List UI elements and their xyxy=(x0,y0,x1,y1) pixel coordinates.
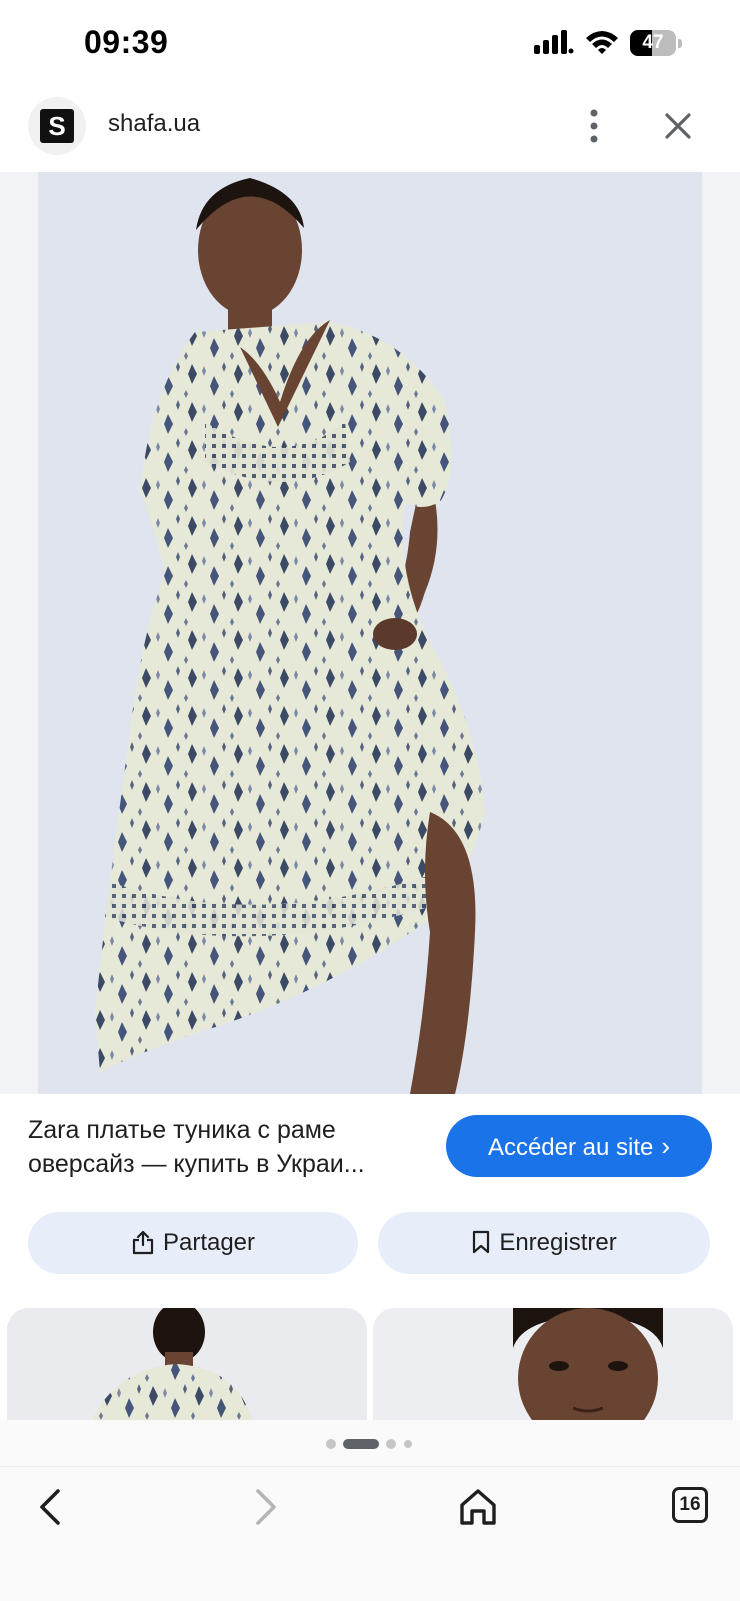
related-image[interactable] xyxy=(7,1308,367,1420)
more-vert-icon[interactable] xyxy=(576,104,612,148)
hero-image[interactable] xyxy=(0,172,740,1094)
pager-dot xyxy=(386,1439,396,1449)
battery-level: 47 xyxy=(642,32,664,53)
visit-site-button[interactable]: Accéder au site › xyxy=(446,1115,712,1177)
wifi-icon xyxy=(586,31,618,54)
result-title[interactable]: Zara платье туника с раме оверсайз — куп… xyxy=(28,1113,428,1181)
browser-bottom-nav: 16 xyxy=(0,1466,740,1601)
result-title-line2: оверсайз — купить в Украи... xyxy=(28,1150,365,1178)
share-label: Partager xyxy=(162,1229,256,1256)
related-photo-face xyxy=(373,1308,733,1420)
model-photo xyxy=(0,172,740,1094)
save-button[interactable]: Enregistrer xyxy=(378,1212,710,1274)
cellular-signal-icon xyxy=(534,30,574,54)
share-icon xyxy=(132,1230,154,1254)
bookmark-icon xyxy=(473,1230,490,1253)
visit-site-label: Accéder au site xyxy=(487,1134,654,1161)
pager-dot xyxy=(326,1439,336,1449)
image-pager xyxy=(0,1420,740,1466)
chevron-right-icon: › xyxy=(661,1131,671,1161)
pager-dot-active xyxy=(343,1439,379,1449)
close-icon[interactable] xyxy=(658,106,698,146)
site-favicon[interactable]: S xyxy=(28,97,86,155)
site-name[interactable]: shafa.ua xyxy=(108,110,200,138)
tab-switcher-icon[interactable]: 16 xyxy=(672,1487,708,1523)
status-bar: 09:39 47 xyxy=(0,0,740,88)
back-icon[interactable] xyxy=(32,1483,72,1531)
forward-icon[interactable] xyxy=(244,1483,284,1531)
favicon-letter: S xyxy=(40,109,74,143)
pager-dot xyxy=(404,1440,412,1448)
home-icon[interactable] xyxy=(456,1483,500,1531)
related-photo-back xyxy=(7,1308,367,1420)
site-header: S shafa.ua xyxy=(0,90,740,173)
related-image[interactable] xyxy=(373,1308,733,1420)
battery-icon: 47 xyxy=(630,30,682,56)
status-time: 09:39 xyxy=(84,24,169,60)
result-title-line1: Zara платье туника с раме xyxy=(28,1116,336,1144)
share-button[interactable]: Partager xyxy=(28,1212,358,1274)
save-label: Enregistrer xyxy=(499,1229,617,1256)
